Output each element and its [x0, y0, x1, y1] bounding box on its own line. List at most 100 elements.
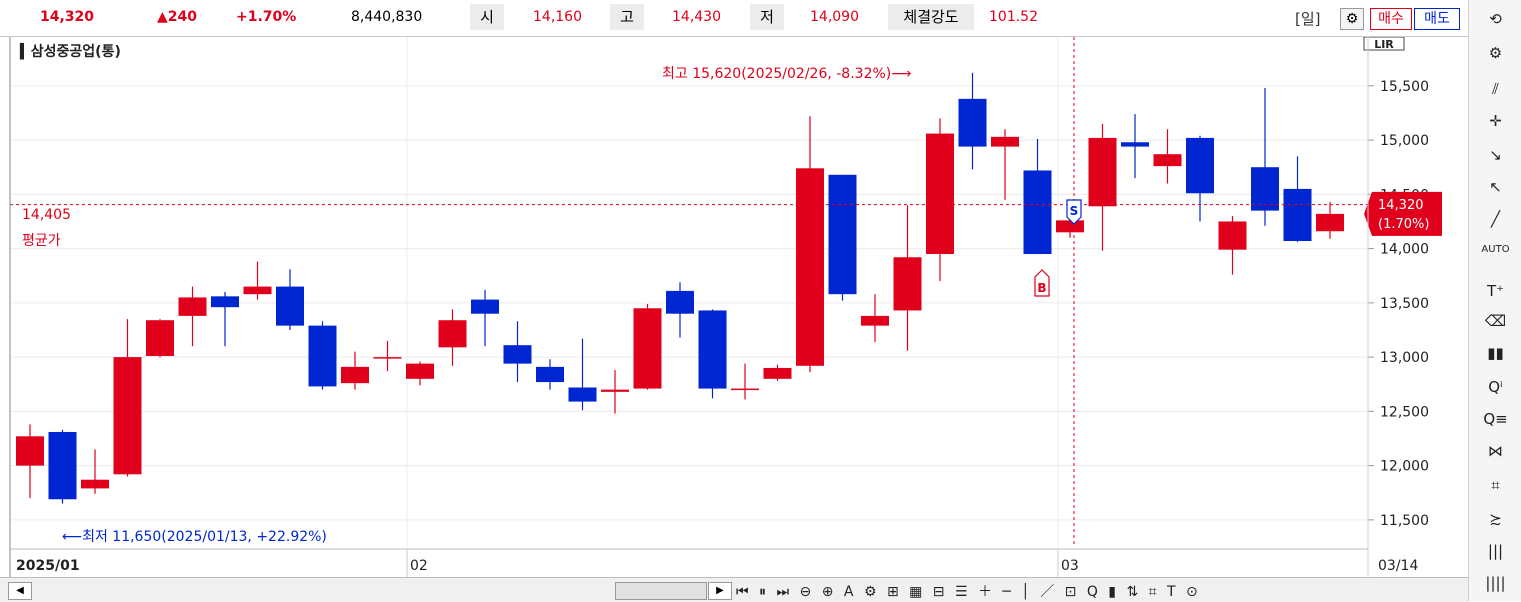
candle-body [1121, 142, 1149, 147]
chart-area[interactable]: 11,50012,00012,50013,00013,50014,00014,5… [0, 36, 1468, 577]
candle[interactable] [1316, 201, 1344, 239]
settings-gear-icon[interactable]: ⚙ [1340, 8, 1364, 30]
candle[interactable] [926, 118, 954, 282]
candle-body [1023, 170, 1052, 255]
x-label-feb: 02 [410, 558, 428, 574]
candle-body [1186, 137, 1214, 194]
candle[interactable] [48, 429, 77, 504]
candle-body [1251, 167, 1279, 211]
candle[interactable] [568, 338, 597, 411]
zigzag-icon[interactable]: ≿ [1469, 510, 1521, 528]
candle-body [373, 357, 402, 359]
refresh-icon[interactable]: ⟲ [1469, 10, 1521, 28]
candle-body [113, 357, 142, 475]
candle[interactable] [666, 282, 694, 338]
text-tool-icon[interactable]: T⁺ [1469, 282, 1521, 300]
candle[interactable] [731, 363, 759, 400]
compare-icon[interactable]: ⋈ [1469, 442, 1521, 460]
candle[interactable] [698, 309, 727, 399]
auto-trendline-icon[interactable]: AUTO [1469, 244, 1521, 255]
buy-marker[interactable]: B [1034, 269, 1050, 297]
candle-type-icon[interactable]: ▮▮ [1469, 344, 1521, 362]
candle[interactable] [16, 424, 44, 499]
y-tick-label: 12,000 [1380, 459, 1429, 475]
candle[interactable] [763, 364, 792, 381]
gear-icon[interactable]: ⚙ [1469, 44, 1521, 62]
candle[interactable] [503, 321, 532, 383]
trendline-icon[interactable]: ╱ [1469, 210, 1521, 228]
scrollbar-thumb[interactable] [615, 582, 707, 600]
candle-body [1056, 220, 1084, 233]
candle[interactable] [1153, 129, 1182, 184]
current-price: 14,320 [40, 9, 95, 25]
candle[interactable] [1186, 135, 1214, 222]
candle-body [276, 286, 304, 326]
volume: 8,440,830 [351, 9, 423, 25]
candle-body [1316, 213, 1344, 232]
x-label-last: 03/14 [1378, 558, 1418, 574]
candle[interactable] [991, 129, 1019, 200]
zoom-info-icon[interactable]: Qⁱ [1469, 378, 1521, 396]
candle[interactable] [633, 303, 662, 390]
candle[interactable] [243, 261, 272, 300]
candle-body [243, 286, 272, 295]
strength-label: 체결강도 [888, 4, 974, 30]
candle[interactable] [601, 370, 629, 414]
candle-body [893, 257, 922, 311]
candle[interactable] [1023, 139, 1052, 255]
y-tick-label: 12,500 [1380, 404, 1429, 420]
low-value: 14,090 [810, 9, 859, 25]
change-percent: +1.70% [236, 9, 297, 25]
right-toolbar: ⟲ ⚙ ⫽ ✛ ↘ ↖ ╱ AUTO T⁺ ⌫ ▮▮ Qⁱ Q≡ ⋈ ⌗ ≿ |… [1468, 0, 1521, 601]
candle[interactable] [1088, 123, 1117, 251]
candle[interactable] [178, 286, 207, 347]
sell-button[interactable]: 매도 [1414, 8, 1460, 30]
scroll-right-arrow-icon[interactable]: ▶ [708, 582, 732, 600]
candle-body [666, 290, 694, 314]
candle[interactable] [1283, 156, 1312, 243]
candle[interactable] [406, 361, 434, 386]
candle[interactable] [276, 269, 304, 330]
pattern-icon[interactable]: ⌗ [1469, 476, 1521, 494]
candle[interactable] [81, 449, 109, 494]
eraser-icon[interactable]: ⌫ [1469, 312, 1521, 330]
candle[interactable] [146, 319, 174, 358]
lir-badge[interactable]: LIR [1363, 36, 1405, 51]
candle-body [1088, 137, 1117, 207]
candle[interactable] [536, 359, 564, 390]
indicator-icon[interactable]: ⫽ [1469, 80, 1521, 98]
candle[interactable] [893, 205, 922, 351]
candle[interactable] [1056, 218, 1084, 238]
quote-bar: 14,320 ▲240 +1.70% 8,440,830 시 14,160 고 … [0, 0, 1468, 37]
candle-body [178, 297, 207, 316]
candle-body [438, 320, 467, 348]
chart-tools-icons[interactable]: ⏮ ⏸ ⏭ ⊖ ⊕ A ⚙ ⊞ ▦ ⊟ ☰ ＋ ─ │ ／ ⊡ Q ▮ ⇅ ⌗ … [736, 581, 1201, 601]
scroll-left-arrow-icon[interactable]: ◀ [8, 582, 32, 600]
y-tick-label: 15,000 [1380, 133, 1429, 149]
current-price-tag-value: 14,320 [1378, 198, 1424, 213]
period-selector[interactable]: [일] [1295, 8, 1321, 29]
candle[interactable] [796, 116, 824, 373]
columns-icon[interactable]: ||| [1469, 542, 1521, 560]
candle[interactable] [211, 292, 239, 347]
candle[interactable] [861, 294, 889, 342]
candlestick-chart[interactable]: 11,50012,00012,50013,00013,50014,00014,5… [0, 36, 1468, 577]
candle[interactable] [308, 321, 337, 390]
arrow-tool-icon[interactable]: ↘ [1469, 146, 1521, 164]
candle[interactable] [958, 72, 987, 170]
zoom-list-icon[interactable]: Q≡ [1469, 410, 1521, 428]
candle[interactable] [373, 340, 402, 372]
buy-button[interactable]: 매수 [1370, 8, 1412, 30]
candle-body [1153, 154, 1182, 167]
candle[interactable] [828, 174, 857, 301]
low-label: 저 [750, 4, 784, 30]
candle[interactable] [471, 289, 499, 347]
candle[interactable] [1218, 216, 1247, 275]
candle-body [568, 387, 597, 402]
current-price-tag: 14,320 (1.70%) [1364, 191, 1442, 236]
crosshair-tool-icon[interactable]: ✛ [1469, 112, 1521, 130]
columns-more-icon[interactable]: |||| [1469, 574, 1521, 592]
cursor-tool-icon[interactable]: ↖ [1469, 178, 1521, 196]
candle[interactable] [1121, 114, 1149, 179]
candle[interactable] [113, 319, 142, 477]
